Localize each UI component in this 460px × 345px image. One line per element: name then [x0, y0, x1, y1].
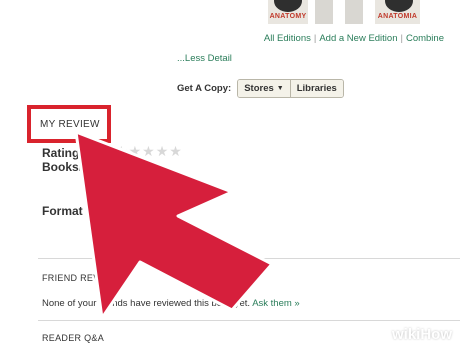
- all-editions-link[interactable]: All Editions: [264, 33, 311, 44]
- friend-reviews-heading: FRIEND REVIEWS: [42, 273, 124, 283]
- caret-down-icon: ▼: [276, 84, 284, 92]
- separator: |: [400, 33, 403, 44]
- rating-stars[interactable]: ★★★★★: [115, 143, 183, 160]
- no-reviews-message: None of your friends have reviewed this …: [42, 298, 251, 309]
- ask-them-link[interactable]: Ask them »: [252, 298, 300, 309]
- libraries-label: Libraries: [296, 82, 337, 94]
- edition-links: All Editions | Add a New Edition | Combine: [264, 33, 444, 44]
- cover-art: [274, 0, 302, 12]
- divider: [38, 320, 460, 321]
- get-a-copy: Get A Copy: Stores ▼ Libraries: [177, 78, 344, 98]
- star-icon[interactable]: ★: [169, 143, 183, 159]
- divider: [38, 258, 460, 259]
- star-icon[interactable]: ★: [156, 143, 170, 159]
- book-cover-thumbnail[interactable]: [315, 0, 333, 24]
- star-icon[interactable]: ★: [129, 143, 143, 159]
- star-icon[interactable]: ★: [142, 143, 156, 159]
- book-cover-thumbnail[interactable]: ANATOMY: [268, 0, 308, 24]
- rating-label: Rating: [42, 146, 80, 160]
- friend-reviews-text: None of your friends have reviewed this …: [42, 298, 300, 309]
- stores-label: Stores: [244, 82, 274, 94]
- book-cover-thumbnail[interactable]: ANATOMIA: [375, 0, 420, 24]
- bookshelves-label: Bookshe: [42, 160, 93, 174]
- wikihow-watermark: wikiHow: [391, 326, 452, 343]
- book-cover-thumbnail[interactable]: [345, 0, 363, 24]
- cover-title: ANATOMIA: [377, 13, 418, 20]
- less-detail-link[interactable]: ...Less Detail: [177, 53, 232, 64]
- get-a-copy-buttons: Stores ▼ Libraries: [237, 78, 344, 98]
- reader-qa-heading: READER Q&A: [42, 333, 105, 343]
- format-label: Format: [42, 204, 83, 218]
- edition-covers: ANATOMY ANATOMIA: [265, 0, 425, 24]
- my-review-heading: MY REVIEW: [40, 119, 100, 130]
- get-a-copy-label: Get A Copy:: [177, 82, 232, 94]
- combine-link[interactable]: Combine: [406, 33, 444, 44]
- cover-title: ANATOMY: [269, 13, 307, 20]
- add-new-edition-link[interactable]: Add a New Edition: [319, 33, 397, 44]
- star-icon[interactable]: ★: [115, 143, 129, 159]
- cover-art: [385, 0, 413, 12]
- libraries-button[interactable]: Libraries: [289, 79, 343, 97]
- stores-dropdown-button[interactable]: Stores ▼: [238, 79, 290, 97]
